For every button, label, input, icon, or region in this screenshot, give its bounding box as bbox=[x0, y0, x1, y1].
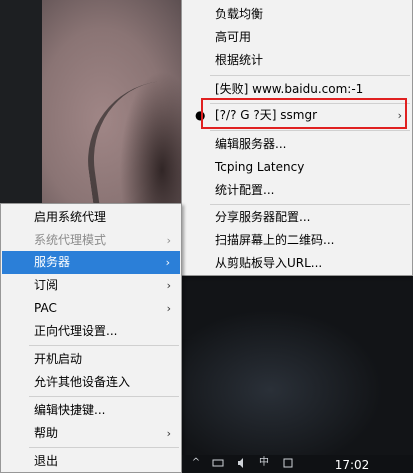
menu-item-label: 正向代理设置... bbox=[34, 324, 118, 338]
menu-item-by-statistics[interactable]: 根据统计 bbox=[182, 49, 412, 72]
menu-item-tcping-latency[interactable]: Tcping Latency bbox=[182, 156, 412, 179]
menu-separator bbox=[210, 75, 410, 76]
menu-item-label: 启用系统代理 bbox=[34, 210, 107, 224]
menu-item-label: 高可用 bbox=[215, 30, 252, 44]
menu-item-server-ssmgr[interactable]: ● [?/? G ?天] ssmgr › bbox=[182, 104, 412, 127]
chevron-right-icon: › bbox=[165, 256, 170, 269]
menu-item-system-proxy-mode[interactable]: 系统代理模式 › bbox=[1, 229, 181, 252]
tray-context-menu: 启用系统代理 系统代理模式 › 服务器 › 订阅 › PAC › 正向代理设置.… bbox=[0, 203, 182, 473]
menu-item-scan-qrcode[interactable]: 扫描屏幕上的二维码... bbox=[182, 229, 412, 252]
menu-item-edit-hotkeys[interactable]: 编辑快捷键... bbox=[1, 399, 181, 422]
menu-item-label: PAC bbox=[34, 301, 57, 315]
menu-item-share-server-config[interactable]: 分享服务器配置... bbox=[182, 206, 412, 229]
chevron-right-icon: › bbox=[166, 279, 171, 292]
menu-separator bbox=[29, 345, 179, 346]
menu-item-statistics-config[interactable]: 统计配置... bbox=[182, 179, 412, 202]
menu-item-label: 开机启动 bbox=[34, 352, 83, 366]
menu-item-help[interactable]: 帮助 › bbox=[1, 422, 181, 445]
menu-item-label: [失败] www.baidu.com:-1 bbox=[215, 82, 364, 96]
menu-item-label: 根据统计 bbox=[215, 53, 264, 67]
menu-item-label: 扫描屏幕上的二维码... bbox=[215, 233, 335, 247]
menu-item-label: 订阅 bbox=[34, 278, 59, 292]
menu-item-label: 退出 bbox=[34, 454, 59, 468]
menu-item-high-availability[interactable]: 高可用 bbox=[182, 26, 412, 49]
chevron-right-icon: › bbox=[166, 427, 171, 440]
menu-separator bbox=[210, 204, 410, 205]
menu-item-label: 帮助 bbox=[34, 426, 59, 440]
menu-item-label: 负载均衡 bbox=[215, 7, 264, 21]
menu-item-label: 编辑快捷键... bbox=[34, 403, 106, 417]
menu-item-load-balance[interactable]: 负载均衡 bbox=[182, 3, 412, 26]
menu-item-label: 统计配置... bbox=[215, 183, 275, 197]
ime-icon[interactable]: 中 bbox=[258, 457, 270, 469]
menu-item-import-url-clipboard[interactable]: 从剪贴板导入URL... bbox=[182, 252, 412, 275]
menu-item-allow-lan[interactable]: 允许其他设备连入 bbox=[1, 371, 181, 394]
menu-item-label: Tcping Latency bbox=[215, 160, 305, 174]
menu-item-servers[interactable]: 服务器 › bbox=[2, 251, 180, 274]
menu-separator bbox=[29, 396, 179, 397]
menu-item-label: 编辑服务器... bbox=[215, 137, 287, 151]
menu-item-exit[interactable]: 退出 bbox=[1, 450, 181, 473]
menu-item-edit-servers[interactable]: 编辑服务器... bbox=[182, 133, 412, 156]
menu-item-label: 分享服务器配置... bbox=[215, 210, 311, 224]
selected-bullet-icon: ● bbox=[195, 108, 206, 122]
menu-separator bbox=[29, 447, 179, 448]
menu-item-enable-system-proxy[interactable]: 启用系统代理 bbox=[1, 206, 181, 229]
menu-item-forward-proxy-settings[interactable]: 正向代理设置... bbox=[1, 320, 181, 343]
menu-item-start-on-boot[interactable]: 开机启动 bbox=[1, 348, 181, 371]
chevron-right-icon: › bbox=[397, 109, 402, 122]
network-icon[interactable] bbox=[212, 457, 224, 469]
menu-item-label: 系统代理模式 bbox=[34, 233, 107, 247]
notification-icon[interactable] bbox=[282, 457, 294, 469]
volume-icon[interactable] bbox=[236, 457, 248, 469]
menu-separator bbox=[210, 130, 410, 131]
menu-item-pac[interactable]: PAC › bbox=[1, 297, 181, 320]
chevron-right-icon: › bbox=[166, 302, 171, 315]
chevron-right-icon: › bbox=[166, 234, 171, 247]
menu-item-label: [?/? G ?天] ssmgr bbox=[215, 108, 318, 122]
menu-item-label: 允许其他设备连入 bbox=[34, 375, 131, 389]
menu-item-label: 从剪贴板导入URL... bbox=[215, 256, 323, 270]
taskbar-clock[interactable]: 17:02 bbox=[326, 458, 378, 473]
menu-item-server-failed[interactable]: [失败] www.baidu.com:-1 bbox=[182, 78, 412, 101]
chevron-up-icon[interactable]: ^ bbox=[190, 457, 202, 469]
menu-item-subscribe[interactable]: 订阅 › bbox=[1, 274, 181, 297]
menu-item-label: 服务器 bbox=[34, 255, 71, 269]
server-submenu: 负载均衡 高可用 根据统计 [失败] www.baidu.com:-1 ● [?… bbox=[181, 0, 413, 276]
